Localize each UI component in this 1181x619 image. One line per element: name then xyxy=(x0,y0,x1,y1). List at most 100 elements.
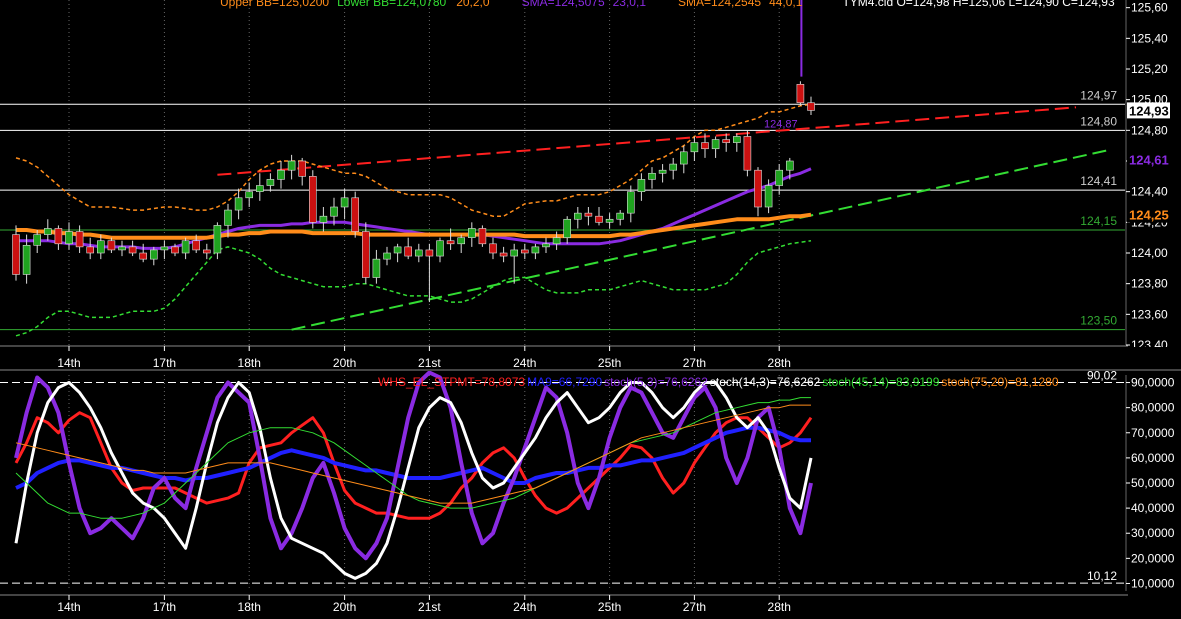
candle xyxy=(626,191,635,214)
oscillator-tick-label: 50,0000 xyxy=(1131,476,1175,490)
candle xyxy=(139,252,147,260)
header-legend-item: Upper BB=125,0200 xyxy=(220,0,329,9)
candle xyxy=(192,240,200,251)
candle xyxy=(404,246,413,257)
candle xyxy=(775,169,784,186)
header-legend-item: TYM4.cld O=124,98 H=125,06 L=124,90 C=12… xyxy=(842,0,1115,9)
candle xyxy=(393,246,402,254)
candle xyxy=(160,246,169,251)
candle xyxy=(383,252,391,260)
oscillator-tick-label: 80,0000 xyxy=(1131,401,1175,415)
candle xyxy=(298,160,307,177)
oscillator-tick-label: 30,0000 xyxy=(1131,526,1175,540)
price-level-label: 124,80 xyxy=(1080,114,1117,128)
candle xyxy=(33,234,42,246)
oscillator-date-tick-label: 14th xyxy=(57,600,80,614)
candle xyxy=(107,240,116,251)
candle xyxy=(531,246,540,254)
candle xyxy=(563,218,572,238)
candle xyxy=(361,231,370,278)
candle xyxy=(224,209,232,226)
candle xyxy=(425,249,434,257)
candle xyxy=(86,246,94,254)
candle xyxy=(467,228,476,238)
oscillator-tick-label: 40,0000 xyxy=(1131,501,1175,515)
candle xyxy=(489,243,497,254)
price-tick-label: 125,40 xyxy=(1131,31,1168,45)
candle xyxy=(457,237,466,245)
candle xyxy=(340,197,349,208)
candle xyxy=(764,185,773,208)
candle xyxy=(690,142,699,153)
header-legend-item: 20,2,0 xyxy=(456,0,490,9)
candle xyxy=(796,84,805,104)
candle xyxy=(552,237,561,245)
candle xyxy=(234,197,243,211)
date-tick-label: 17th xyxy=(153,356,176,370)
price-tick-label: 124,40 xyxy=(1131,185,1168,199)
candle xyxy=(128,246,137,254)
candle xyxy=(308,176,317,223)
oscillator-legend-item: stoch(14,3)=76,6262 xyxy=(710,375,821,389)
candle xyxy=(711,139,720,150)
chart-background xyxy=(0,0,1181,619)
candle xyxy=(616,212,625,220)
candle xyxy=(22,245,31,275)
header-legend-item: SMA=124,5075 xyxy=(522,0,605,9)
oscillator-legend-item: MA9=66,7290 xyxy=(527,375,602,389)
date-tick-label: 14th xyxy=(57,356,80,370)
candle xyxy=(595,215,603,223)
candle xyxy=(605,218,614,223)
candle xyxy=(637,179,646,192)
candle xyxy=(12,234,20,275)
oscillator-tick-label: 10,0000 xyxy=(1131,576,1175,590)
price-tick-label: 123,60 xyxy=(1131,307,1168,321)
candle xyxy=(266,179,275,186)
oscillator-date-tick-label: 18th xyxy=(238,600,261,614)
candle xyxy=(65,231,73,245)
candle xyxy=(573,212,582,220)
candle xyxy=(754,169,762,208)
header-legend-item: SMA=124,2545 xyxy=(678,0,761,9)
candle xyxy=(150,249,158,260)
candle xyxy=(181,240,190,254)
candle xyxy=(510,249,519,257)
oscillator-tick-label: 70,0000 xyxy=(1131,426,1175,440)
candle xyxy=(54,228,63,245)
candle xyxy=(743,136,752,171)
candle xyxy=(478,228,487,245)
oscillator-date-tick-label: 24th xyxy=(513,600,536,614)
candle xyxy=(732,136,741,143)
price-level-label: 124,15 xyxy=(1080,214,1117,228)
oscillator-date-tick-label: 25th xyxy=(598,600,621,614)
candle xyxy=(446,240,455,245)
candle xyxy=(319,215,328,223)
price-level-label: 123,50 xyxy=(1080,314,1117,328)
oscillator-legend-item: stoch(45,14)=83,9199 xyxy=(822,375,939,389)
candle xyxy=(436,240,444,257)
date-tick-label: 18th xyxy=(238,356,261,370)
oscillator-date-tick-label: 20th xyxy=(333,600,356,614)
oscillator-legend-item: stoch(5,3)=76,6262 xyxy=(604,375,708,389)
candle xyxy=(287,160,296,171)
candle xyxy=(330,206,338,217)
candle xyxy=(807,102,815,111)
candle xyxy=(75,231,84,248)
candle xyxy=(171,246,179,254)
candle xyxy=(499,252,508,257)
date-tick-label: 25th xyxy=(598,356,621,370)
candle xyxy=(414,249,423,257)
oscillator-date-tick-label: 28th xyxy=(768,600,791,614)
candle xyxy=(43,228,52,235)
candle xyxy=(372,258,381,278)
oscillator-tick-label: 90,0000 xyxy=(1131,376,1175,390)
header-legend-item: 44,0,1 xyxy=(769,0,803,9)
date-tick-label: 21st xyxy=(418,356,441,370)
candle xyxy=(245,191,253,199)
price-level-label: 124,41 xyxy=(1080,174,1117,188)
header-legend-item: 23,0,1 xyxy=(613,0,647,9)
oscillator-date-tick-label: 21st xyxy=(418,600,441,614)
oscillator-legend-item: WHS_EL_STPMT=78,8073 xyxy=(378,375,525,389)
oscillator-level-label: 10,12 xyxy=(1087,569,1117,583)
candle xyxy=(584,212,593,217)
